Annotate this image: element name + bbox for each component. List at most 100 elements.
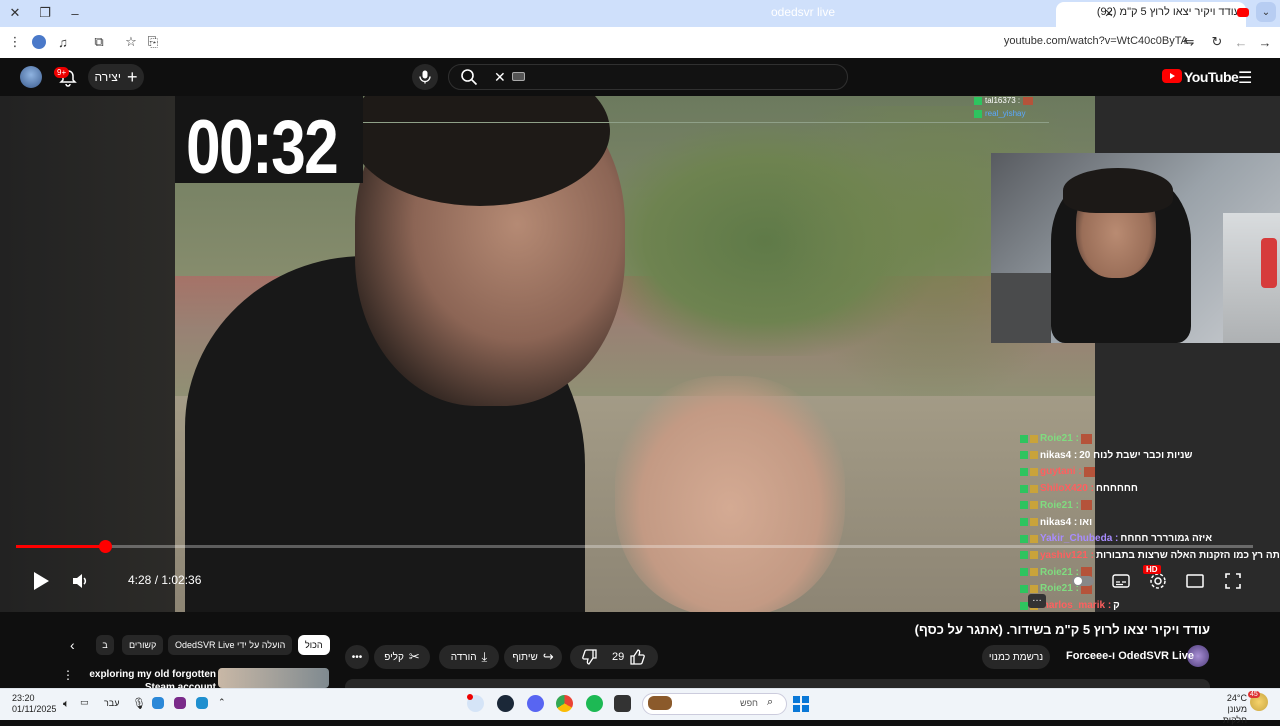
plus-icon: + xyxy=(126,67,138,87)
spotify-icon[interactable] xyxy=(586,695,603,712)
tab-search-icon[interactable]: ⌄ xyxy=(1256,2,1276,22)
chat-message: marlos_marik :ק xyxy=(1016,600,1280,612)
search-input[interactable]: odedsvr live xyxy=(771,5,835,19)
channel-name[interactable]: OdedSVR Live ו-Forceee xyxy=(1066,650,1194,662)
tray-app-icon[interactable] xyxy=(152,697,164,709)
like-button[interactable]: 29 xyxy=(612,649,646,665)
chat-text: אתה רץ כמו הזקנות האלה שרצות בתבורות xyxy=(1095,549,1280,561)
taskbar-search-icon[interactable]: ⌕ xyxy=(767,696,773,709)
sub-badge-icon xyxy=(1030,484,1038,493)
taskbar-search-placeholder[interactable]: חפש xyxy=(740,698,758,708)
account-avatar[interactable] xyxy=(20,66,42,88)
search-box[interactable] xyxy=(448,64,848,90)
moderator-badge-icon xyxy=(1020,501,1028,510)
share-button[interactable]: שיתוף ↪ xyxy=(504,645,562,669)
steam-icon[interactable] xyxy=(497,695,514,712)
app-badge-dot xyxy=(467,694,473,700)
minimize-window-icon[interactable]: – xyxy=(64,2,86,24)
divider-line xyxy=(363,122,1049,123)
video-player[interactable]: 00:32 tal16373 : real_yishay Roie21 : nik… xyxy=(0,96,1280,612)
chat-message: nikas4 : שניות וכבר ישבת לנוח 20 xyxy=(1016,450,1280,466)
network-icon[interactable]: ▭ xyxy=(80,697,89,708)
chat-line: yashiv121 : אתה רץ כמו הזקנות האלה שרצות … xyxy=(1020,550,1280,561)
emote-icon xyxy=(1080,433,1092,444)
thumbs-down-icon xyxy=(582,649,597,665)
clear-search-icon[interactable]: ✕ xyxy=(494,69,506,86)
terminal-icon[interactable] xyxy=(614,695,631,712)
voice-search-icon[interactable] xyxy=(412,64,438,90)
close-window-icon[interactable]: ✕ xyxy=(4,2,26,24)
download-icon: ⤓ xyxy=(481,649,488,664)
chat-username: Yakir_Chubeda : xyxy=(1040,533,1119,545)
reload-icon[interactable]: ↻ xyxy=(1206,31,1228,53)
chip-uploaded-by[interactable]: הועלה על ידי OdedSVR Live xyxy=(168,635,293,655)
recommendation-title[interactable]: exploring my old forgotten Steam account xyxy=(88,668,216,688)
more-options-player-icon[interactable]: … xyxy=(1028,594,1046,608)
subscribed-button[interactable]: נרשמת כמנוי xyxy=(982,645,1050,669)
search-icon[interactable] xyxy=(460,68,478,86)
tray-expand-icon[interactable]: ⌃ xyxy=(218,697,226,708)
youtube-logo-icon[interactable] xyxy=(1162,69,1182,83)
keyboard-icon[interactable] xyxy=(512,72,525,81)
language-indicator[interactable]: עבר xyxy=(104,698,119,708)
autoplay-toggle[interactable] xyxy=(1070,568,1096,594)
create-button[interactable]: + יצירה xyxy=(88,64,144,90)
extensions-icon[interactable]: ⧉ xyxy=(88,31,110,53)
moderator-badge-icon xyxy=(1020,534,1028,543)
weather-temp: 24°C xyxy=(1226,693,1247,703)
progress-scrubber[interactable] xyxy=(99,540,113,553)
url-text[interactable]: youtube.com/watch?v=WtC40c0ByTA xyxy=(1004,35,1188,47)
media-control-icon[interactable]: ♫ xyxy=(52,31,74,53)
more-actions-button[interactable]: ••• xyxy=(345,645,369,669)
sync-tray-icon[interactable] xyxy=(196,697,208,709)
fullscreen-icon[interactable] xyxy=(1220,568,1246,594)
forward-icon[interactable]: ← xyxy=(1230,31,1252,53)
dislike-button[interactable] xyxy=(582,649,598,665)
install-app-icon[interactable]: ⎘ xyxy=(142,31,164,53)
weather-badge: 45 xyxy=(1248,691,1260,698)
clock[interactable]: 23:20 01/11/2025 xyxy=(12,693,56,715)
clip-button[interactable]: קליפ ✂ xyxy=(374,645,430,669)
progress-track[interactable] xyxy=(16,545,1253,548)
moderator-badge-icon xyxy=(1020,434,1028,443)
description-box[interactable] xyxy=(345,679,1210,688)
chat-text: ק xyxy=(1113,600,1120,611)
microphone-tray-icon[interactable]: 🎙︎ xyxy=(132,697,146,710)
site-settings-icon[interactable]: ⇋ xyxy=(1178,31,1200,53)
onenote-tray-icon[interactable] xyxy=(174,697,186,709)
chat-line: guytani : xyxy=(1020,466,1095,477)
recommendation-thumbnail[interactable] xyxy=(218,668,329,688)
share-label: שיתוף xyxy=(512,651,538,663)
scissors-icon: ✂ xyxy=(408,649,420,664)
chat-text: שניות וכבר ישבת לנוח 20 xyxy=(1079,449,1193,461)
moderator-badge-icon xyxy=(1020,518,1028,526)
chips-scroll-left-icon[interactable]: ‹ xyxy=(70,637,75,653)
download-button[interactable]: הורדה ⤓ xyxy=(439,645,499,669)
chat-username: real_yishay xyxy=(985,109,1026,118)
play-button[interactable] xyxy=(28,568,54,594)
discord-icon[interactable] xyxy=(527,695,544,712)
subtitles-icon[interactable] xyxy=(1108,568,1134,594)
menu-dots-icon[interactable]: ⋮ xyxy=(4,31,26,53)
emote-icon xyxy=(1083,466,1095,477)
chat-message: nikas4 : ואו xyxy=(1016,517,1280,533)
back-icon[interactable]: → xyxy=(1254,31,1276,53)
chip-all[interactable]: הכול xyxy=(298,635,330,655)
chat-username: Roie21 : xyxy=(1040,433,1079,444)
volume-button[interactable] xyxy=(68,568,94,594)
youtube-logo-text[interactable]: YouTube xyxy=(1184,69,1239,85)
theater-mode-icon[interactable] xyxy=(1182,568,1208,594)
weather-widget[interactable]: 24°C מעונן חלקית xyxy=(1205,693,1247,726)
hamburger-menu-icon[interactable]: ☰ xyxy=(1238,68,1252,88)
download-label: הורדה xyxy=(450,651,477,663)
recommendation-menu-icon[interactable]: ⋮ xyxy=(62,668,74,682)
chip-partial[interactable]: ב xyxy=(96,635,114,655)
chip-related[interactable]: קשורים xyxy=(122,635,164,655)
windows-start-icon[interactable] xyxy=(793,696,809,712)
speaker-icon[interactable]: 🔈︎ xyxy=(63,698,70,711)
bookmark-star-icon[interactable]: ☆ xyxy=(120,31,142,53)
moderator-badge-icon xyxy=(1020,601,1028,610)
profile-avatar-icon[interactable] xyxy=(28,31,50,53)
chrome-icon[interactable] xyxy=(556,695,573,712)
restore-window-icon[interactable]: ❐ xyxy=(34,2,56,24)
